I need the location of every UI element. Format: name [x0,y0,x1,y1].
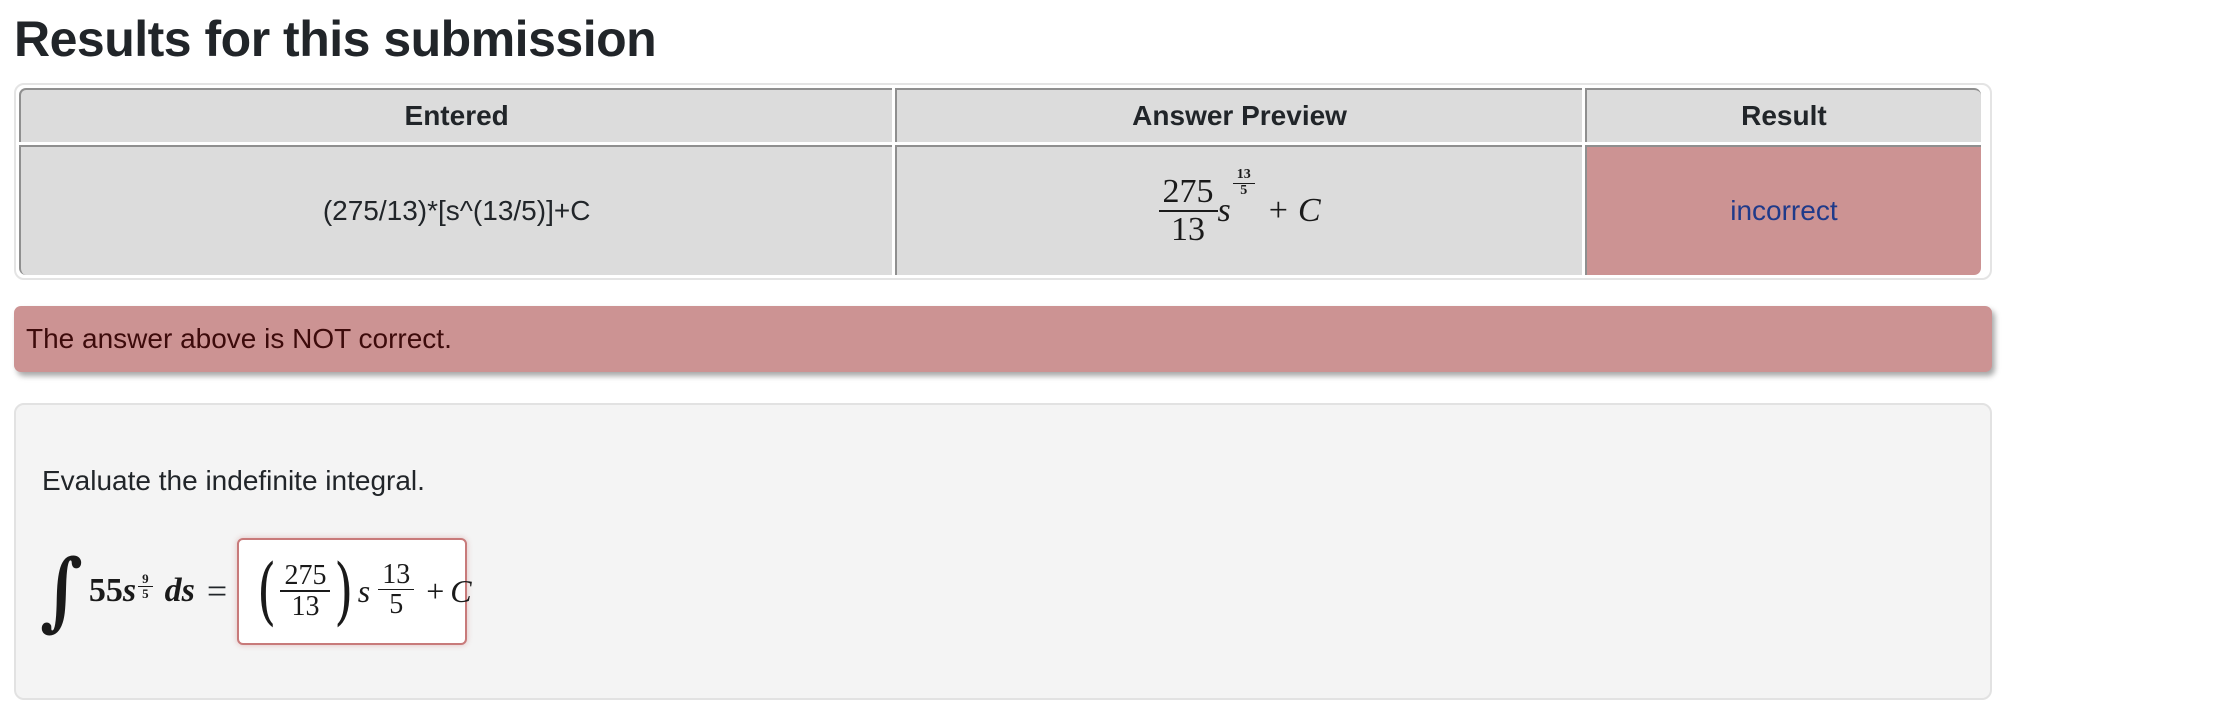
integral-sign-icon: ∫ [40,541,83,641]
preview-exponent-fraction: 13 5 [1232,167,1255,198]
open-paren: ( [257,547,277,635]
integrand-exp-numerator: 9 [142,571,149,586]
results-table-container: Entered Answer Preview Result (275/13)*[… [14,83,1992,280]
preview-coef-numerator: 275 [1162,173,1214,211]
problem-box: Evaluate the indefinite integral. ∫ 55 s… [14,403,1992,700]
answer-constant: C [450,572,472,609]
alert-message: The answer above is NOT correct. [26,323,452,354]
header-entered: Entered [19,88,893,142]
problem-prompt: Evaluate the indefinite integral. [42,465,425,496]
results-table: Entered Answer Preview Result (275/13)*[… [16,85,1984,278]
equals-sign: = [206,571,228,611]
integrand-exponent-fraction: 9 5 [138,572,153,600]
preview-exp-denominator: 5 [1240,183,1248,198]
answer-math: ( 275 13 ) s 13 5 + C [253,547,472,635]
answer-preview-cell: 275 13 s 13 5 + C [895,145,1582,275]
preview-plus: + [1268,192,1288,229]
answer-coef-numerator: 275 [284,559,327,591]
answer-variable: s [357,572,371,609]
header-result: Result [1584,88,1981,142]
table-row: (275/13)*[s^(13/5)]+C 275 13 s 13 5 + C … [19,145,1981,275]
result-status: incorrect [1730,195,1838,226]
entered-cell: (275/13)*[s^(13/5)]+C [19,145,893,275]
integral-equation: ∫ 55 s 9 5 ds = ( 275 13) s 13 5 + C [40,537,472,645]
close-paren: ) [334,547,354,635]
integrand-differential: ds [164,572,195,609]
integrand-variable: s [122,572,137,609]
integrand-exp-denominator: 5 [142,585,149,601]
answer-exp-numerator: 13 [382,559,411,590]
preview-coefficient-fraction: 275 13 [1158,173,1218,248]
results-header-row: Entered Answer Preview Result [19,88,1981,142]
integral-expression: ∫ 55 s 9 5 ds [40,548,195,633]
header-answer-preview: Answer Preview [895,88,1582,142]
answer-exp-denominator: 5 [389,589,404,621]
preview-exp-numerator: 13 [1236,167,1251,183]
preview-coef-denominator: 13 [1171,211,1206,248]
incorrect-alert: The answer above is NOT correct. [14,306,1992,372]
answer-plus: + [426,572,445,609]
answer-preview-math: 275 13 s 13 5 + C [1158,168,1321,248]
answer-coefficient-fraction: 275 13 [280,559,331,622]
answer-input-field[interactable]: ( 275 13 ) s 13 5 + C [237,537,472,645]
result-cell: incorrect [1584,145,1981,275]
page-title: Results for this submission [14,11,657,67]
answer-exponent-fraction: 13 5 [378,559,415,621]
preview-constant: C [1297,192,1321,229]
preview-variable: s [1217,192,1231,229]
answer-coef-denominator: 13 [291,591,320,622]
integrand-coefficient: 55 [88,572,123,609]
page: Results for this submission Entered Answ… [0,0,2228,702]
